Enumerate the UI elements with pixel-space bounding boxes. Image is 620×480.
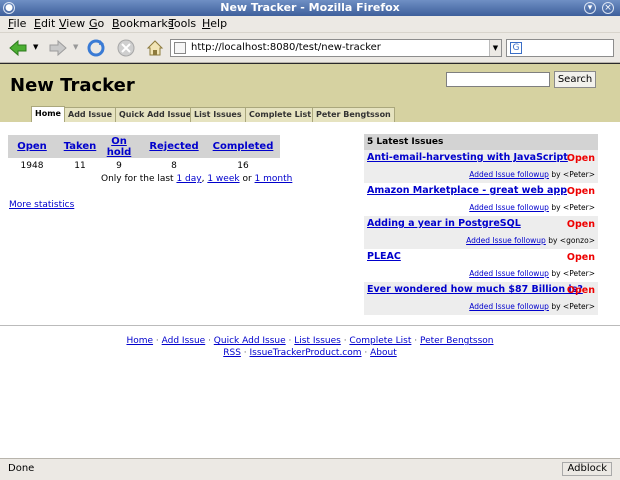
stop-icon[interactable] bbox=[116, 38, 136, 58]
google-icon[interactable]: G bbox=[510, 42, 522, 54]
footer-issuetrackerproduct-link[interactable]: IssueTrackerProduct.com bbox=[250, 348, 362, 358]
footer-add-issue-link[interactable]: Add Issue bbox=[162, 336, 206, 346]
reload-icon[interactable] bbox=[86, 38, 106, 58]
close-icon[interactable]: × bbox=[602, 2, 614, 14]
range-1-month-link[interactable]: 1 month bbox=[255, 174, 293, 184]
menu-go[interactable]: Go bbox=[89, 17, 104, 30]
stat-header-taken[interactable]: Taken bbox=[60, 135, 100, 158]
footer-links: RSS · IssueTrackerProduct.com · About bbox=[223, 348, 397, 358]
page-content: New Tracker Search Home Add Issue Quick … bbox=[0, 64, 620, 458]
issue-status: Open bbox=[566, 252, 595, 263]
stat-value-on-hold: 9 bbox=[116, 161, 122, 171]
issue-title-link[interactable]: PLEAC bbox=[367, 251, 401, 262]
issue-followup: Added Issue followup by <gonzo> bbox=[466, 236, 595, 245]
followup-link[interactable]: Added Issue followup bbox=[466, 236, 546, 245]
issue-item: Ever wondered how much $87 Billion is? O… bbox=[364, 282, 598, 315]
latest-issues-panel: 5 Latest Issues Anti-email-harvesting wi… bbox=[364, 134, 598, 316]
forward-dropdown-icon[interactable]: ▼ bbox=[73, 43, 78, 51]
back-dropdown-icon[interactable]: ▼ bbox=[33, 43, 38, 51]
tab-list-issues[interactable]: List Issues bbox=[190, 107, 246, 122]
stat-value-taken: 11 bbox=[74, 161, 86, 171]
back-arrow-icon[interactable] bbox=[8, 38, 28, 58]
search-input[interactable] bbox=[446, 72, 550, 87]
or-label: or bbox=[242, 174, 252, 184]
stat-value-rejected: 8 bbox=[171, 161, 177, 171]
issue-followup: Added Issue followup by <Peter> bbox=[469, 302, 595, 311]
footer-about-link[interactable]: About bbox=[370, 348, 397, 358]
address-bar[interactable]: http://localhost:8080/test/new-tracker ▼ bbox=[170, 39, 502, 57]
browser-search-box[interactable]: G bbox=[506, 39, 614, 57]
issue-followup: Added Issue followup by <Peter> bbox=[469, 269, 595, 278]
tab-quick-add-issue[interactable]: Quick Add Issue bbox=[115, 107, 196, 122]
tab-peter-bengtsson[interactable]: Peter Bengtsson bbox=[312, 107, 395, 122]
followup-link[interactable]: Added Issue followup bbox=[469, 203, 549, 212]
home-icon[interactable] bbox=[145, 38, 165, 58]
status-bar: Done Adblock bbox=[0, 458, 620, 480]
stats-header-row: Open Taken On hold Rejected Completed bbox=[8, 135, 280, 158]
issue-item: Anti-email-harvesting with JavaScript Op… bbox=[364, 150, 598, 183]
footer-home-link[interactable]: Home bbox=[126, 336, 153, 346]
range-1-week-link[interactable]: 1 week bbox=[207, 174, 239, 184]
time-range-line: Only for the last 1 day, 1 week or 1 mon… bbox=[101, 174, 293, 184]
menu-bar: File Edit View Go Bookmarks Tools Help bbox=[0, 16, 620, 33]
menu-file[interactable]: File bbox=[8, 17, 26, 30]
tab-home[interactable]: Home bbox=[31, 106, 65, 122]
minimize-icon[interactable]: ▾ bbox=[584, 2, 596, 14]
issue-title-link[interactable]: Adding a year in PostgreSQL bbox=[367, 218, 521, 229]
footer-quick-add-issue-link[interactable]: Quick Add Issue bbox=[214, 336, 286, 346]
footer-rss-link[interactable]: RSS bbox=[223, 348, 241, 358]
issue-item: PLEAC Open Added Issue followup by <Pete… bbox=[364, 249, 598, 282]
stat-header-open[interactable]: Open bbox=[12, 135, 52, 158]
issue-status: Open bbox=[566, 153, 595, 164]
menu-bookmarks[interactable]: Bookmarks bbox=[112, 17, 173, 30]
footer-list-issues-link[interactable]: List Issues bbox=[294, 336, 341, 346]
more-statistics-link[interactable]: More statistics bbox=[9, 200, 74, 210]
status-text: Done bbox=[8, 463, 35, 474]
stat-header-on-hold[interactable]: On hold bbox=[104, 135, 134, 158]
issue-item: Amazon Marketplace - great web app Open … bbox=[364, 183, 598, 216]
site-title: New Tracker bbox=[10, 75, 135, 96]
footer-peter-bengtsson-link[interactable]: Peter Bengtsson bbox=[420, 336, 494, 346]
issue-followup: Added Issue followup by <Peter> bbox=[469, 203, 595, 212]
followup-link[interactable]: Added Issue followup bbox=[469, 302, 549, 311]
footer-complete-list-link[interactable]: Complete List bbox=[349, 336, 411, 346]
navigation-toolbar: ▼ ▼ http://localhost:8080/test/new-track… bbox=[0, 33, 620, 63]
tab-add-issue[interactable]: Add Issue bbox=[64, 107, 117, 122]
issue-status: Open bbox=[566, 219, 595, 230]
site-footer: Home · Add Issue · Quick Add Issue · Lis… bbox=[0, 335, 620, 359]
latest-issues-heading: 5 Latest Issues bbox=[364, 134, 598, 150]
stat-value-open: 1948 bbox=[20, 161, 44, 171]
issue-title-link[interactable]: Amazon Marketplace - great web app bbox=[367, 185, 567, 196]
site-header: New Tracker Search Home Add Issue Quick … bbox=[0, 64, 620, 122]
range-1-day-link[interactable]: 1 day bbox=[176, 174, 201, 184]
followup-link[interactable]: Added Issue followup bbox=[469, 170, 549, 179]
window-title: New Tracker - Mozilla Firefox bbox=[220, 1, 400, 14]
menu-tools[interactable]: Tools bbox=[169, 17, 196, 30]
issue-status: Open bbox=[566, 186, 595, 197]
followup-link[interactable]: Added Issue followup bbox=[469, 269, 549, 278]
tab-complete-list[interactable]: Complete List bbox=[245, 107, 316, 122]
page-icon bbox=[174, 42, 186, 54]
only-for-label: Only for the last bbox=[101, 174, 174, 184]
adblock-button[interactable]: Adblock bbox=[562, 462, 612, 476]
footer-nav: Home · Add Issue · Quick Add Issue · Lis… bbox=[126, 336, 494, 346]
title-bar: ● New Tracker - Mozilla Firefox ▾ × bbox=[0, 0, 620, 16]
search-button[interactable]: Search bbox=[554, 71, 596, 88]
menu-view[interactable]: View bbox=[59, 17, 85, 30]
stat-value-completed: 16 bbox=[237, 161, 249, 171]
footer-divider bbox=[0, 325, 620, 326]
address-url: http://localhost:8080/test/new-tracker bbox=[191, 42, 381, 53]
menu-help[interactable]: Help bbox=[202, 17, 227, 30]
stat-header-rejected[interactable]: Rejected bbox=[146, 135, 202, 158]
stat-header-completed[interactable]: Completed bbox=[211, 135, 275, 158]
forward-arrow-icon[interactable] bbox=[48, 38, 68, 58]
issue-followup: Added Issue followup by <Peter> bbox=[469, 170, 595, 179]
menu-edit[interactable]: Edit bbox=[34, 17, 55, 30]
address-dropdown-icon[interactable]: ▼ bbox=[489, 40, 501, 56]
issue-title-link[interactable]: Anti-email-harvesting with JavaScript bbox=[367, 152, 568, 163]
issue-item: Adding a year in PostgreSQL Open Added I… bbox=[364, 216, 598, 249]
issue-title-link[interactable]: Ever wondered how much $87 Billion is? bbox=[367, 284, 583, 295]
issue-status: Open bbox=[566, 285, 595, 296]
